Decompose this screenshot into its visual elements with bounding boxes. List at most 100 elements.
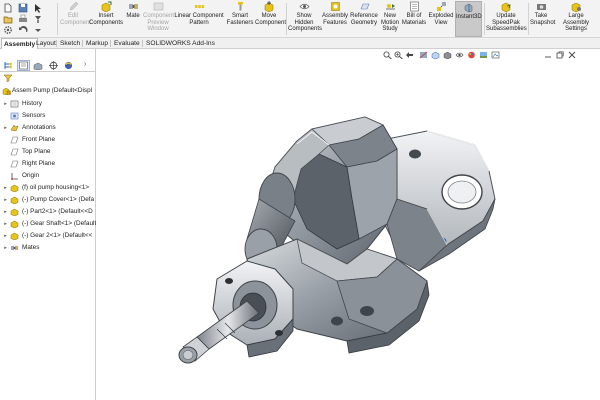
tab-layout[interactable]: Layout — [34, 38, 58, 49]
smart-fasteners-icon — [235, 1, 246, 12]
linear-component-pattern-button[interactable]: Linear Component Pattern — [174, 1, 224, 37]
file-icon[interactable] — [3, 3, 13, 13]
feature-manager-panel: › Assem Pump (Default<Displ ▸ History Se… — [0, 49, 96, 400]
tab-divider — [110, 40, 111, 47]
mate-icon — [128, 1, 139, 12]
undo-icon[interactable] — [18, 25, 28, 35]
tree-root-assembly[interactable]: Assem Pump (Default<Displ — [0, 86, 96, 96]
tab-markup[interactable]: Markup — [84, 38, 110, 49]
part-icon — [10, 220, 19, 228]
tab-evaluate[interactable]: Evaluate — [112, 38, 142, 49]
update-speedpak-subassemblies-button[interactable]: Update SpeedPak Subassemblies — [486, 1, 527, 37]
assembly-features-button[interactable]: Assembly Features — [321, 1, 349, 37]
dimxpert-manager-tab[interactable] — [47, 60, 60, 71]
speedpak-icon — [501, 1, 512, 12]
display-manager-tab[interactable] — [62, 60, 75, 71]
display-manager-icon — [64, 61, 73, 70]
property-manager-tab[interactable] — [17, 60, 30, 71]
graphics-area[interactable] — [97, 49, 600, 400]
part-icon — [10, 232, 19, 240]
tree-item-part2[interactable]: ▸ (-) Part2<1> (Default<<D — [0, 207, 96, 217]
expand-arrow-icon[interactable]: ▸ — [3, 243, 8, 253]
tree-item-origin[interactable]: Origin — [0, 171, 96, 181]
manager-tabs: › — [0, 59, 96, 72]
tab-divider — [56, 40, 57, 47]
large-assembly-settings-button[interactable]: Large Assembly Settings — [553, 1, 599, 37]
command-manager-tabs: Assembly Layout Sketch Markup Evaluate S… — [0, 38, 600, 49]
tree-item-sensors[interactable]: Sensors — [0, 111, 96, 121]
exploded-view-icon — [436, 1, 447, 12]
reference-geometry-icon — [359, 1, 370, 12]
tree-item-gear-2[interactable]: ▸ (-) Gear 2<1> (Default<< — [0, 231, 96, 241]
oil-pump-housing-part[interactable] — [244, 116, 398, 270]
tree-item-history[interactable]: ▸ History — [0, 99, 96, 109]
part-icon — [10, 208, 19, 216]
tree-item-gear-shaft[interactable]: ▸ (-) Gear Shaft<1> (Default — [0, 219, 96, 229]
new-motion-study-button[interactable]: New Motion Study — [380, 1, 400, 37]
edit-component-button[interactable]: Edit Component — [60, 1, 91, 37]
motion-study-icon — [385, 1, 396, 12]
sensors-icon — [10, 112, 19, 120]
tree-item-top-plane[interactable]: Top Plane — [0, 147, 96, 157]
expand-arrow-icon[interactable]: ▸ — [3, 183, 8, 193]
assembly-features-icon — [330, 1, 341, 12]
part-icon — [10, 196, 19, 204]
configuration-manager-icon — [33, 62, 43, 70]
part-icon — [10, 184, 19, 192]
ribbon-separator — [484, 3, 485, 35]
save-icon[interactable] — [18, 3, 28, 13]
annotations-icon — [10, 124, 19, 132]
insert-components-button[interactable]: Insert Components — [89, 1, 123, 37]
snapshot-icon — [536, 1, 547, 12]
tree-item-front-plane[interactable]: Front Plane — [0, 135, 96, 145]
tab-solidworks-add-ins[interactable]: SOLIDWORKS Add-Ins — [144, 38, 217, 49]
large-assembly-icon — [571, 1, 582, 12]
open-icon[interactable] — [3, 14, 13, 24]
smart-fasteners-button[interactable]: Smart Fasteners — [226, 1, 254, 37]
plane-icon — [10, 160, 19, 168]
tree-item-right-plane[interactable]: Right Plane — [0, 159, 96, 169]
show-hidden-components-button[interactable]: Show Hidden Components — [288, 1, 322, 37]
print-icon[interactable] — [18, 14, 28, 24]
configuration-manager-tab[interactable] — [32, 60, 45, 71]
ribbon-separator — [57, 3, 58, 35]
take-snapshot-button[interactable]: Take Snapshot — [530, 1, 555, 37]
feature-manager-tab[interactable] — [2, 60, 15, 71]
move-component-button[interactable]: Move Component — [255, 1, 286, 37]
expand-arrow-icon[interactable]: ▸ — [3, 231, 8, 241]
assembly-icon — [2, 87, 11, 95]
chevron-right-icon[interactable]: › — [84, 61, 94, 71]
quick-access-toolbar — [0, 0, 56, 38]
component-preview-window-button[interactable]: Component Preview Window — [143, 1, 174, 37]
tree-item-pump-cover[interactable]: ▸ (-) Pump Cover<1> (Defa — [0, 195, 96, 205]
options-gear-icon[interactable] — [3, 25, 13, 35]
tree-item-oil-pump-housing[interactable]: ▸ (f) oil pump housing<1> — [0, 183, 96, 193]
rebuild-icon[interactable] — [33, 14, 43, 24]
reference-geometry-button[interactable]: Reference Geometry — [350, 1, 378, 37]
tree-item-mates[interactable]: ▸ Mates — [0, 243, 96, 253]
oil-pump-assembly-model[interactable] — [97, 49, 600, 400]
move-component-icon — [264, 1, 275, 12]
select-arrow-icon[interactable] — [33, 3, 43, 13]
tab-assembly[interactable]: Assembly — [1, 38, 39, 49]
exploded-view-button[interactable]: Exploded View — [428, 1, 454, 37]
expand-arrow-icon[interactable]: ▸ — [3, 207, 8, 217]
mates-icon — [10, 244, 19, 252]
expand-arrow-icon[interactable]: ▸ — [3, 99, 8, 109]
expand-arrow-icon[interactable]: ▸ — [3, 123, 8, 133]
tab-divider — [82, 40, 83, 47]
mate-button[interactable]: Mate — [124, 1, 142, 37]
bill-of-materials-button[interactable]: Bill of Materials — [401, 1, 427, 37]
filter-icon[interactable] — [3, 74, 13, 82]
bill-of-materials-icon — [409, 1, 420, 12]
dropdown-icon[interactable] — [33, 25, 43, 35]
instant3d-button[interactable]: Instant3D — [455, 1, 482, 37]
gear-shaft-part[interactable] — [178, 260, 294, 364]
tab-divider — [142, 40, 143, 47]
expand-arrow-icon[interactable]: ▸ — [3, 219, 8, 229]
tab-sketch[interactable]: Sketch — [58, 38, 82, 49]
component-preview-icon — [153, 1, 164, 12]
tree-item-annotations[interactable]: ▸ Annotations — [0, 123, 96, 133]
expand-arrow-icon[interactable]: ▸ — [3, 195, 8, 205]
insert-components-icon — [101, 1, 112, 12]
